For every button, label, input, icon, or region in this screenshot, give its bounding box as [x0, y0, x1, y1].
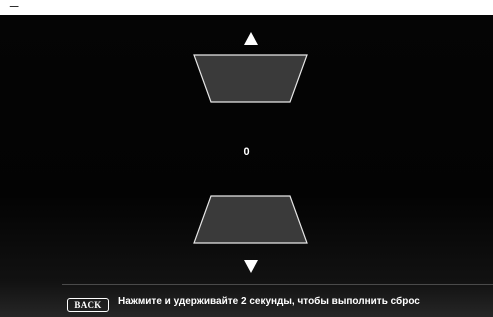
arrow-down-icon[interactable] — [244, 260, 258, 273]
back-button[interactable]: BACK — [67, 298, 109, 312]
keystone-bottom-shape[interactable] — [192, 195, 309, 244]
keystone-top-shape[interactable] — [192, 54, 309, 103]
keystone-screen: 0 BACK Нажмите и удерживайте 2 секунды, … — [0, 15, 493, 317]
footer-divider — [62, 284, 493, 285]
keystone-value: 0 — [243, 146, 250, 158]
arrow-up-icon[interactable] — [244, 32, 258, 45]
top-strip-text: _ — [10, 0, 18, 9]
reset-hint-text: Нажмите и удерживайте 2 секунды, чтобы в… — [118, 296, 420, 307]
top-strip: _ — [0, 0, 493, 15]
